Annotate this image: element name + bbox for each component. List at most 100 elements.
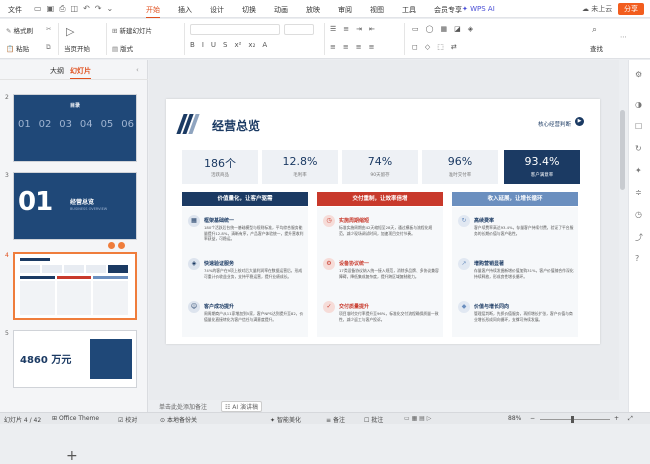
scrollbar-thumb[interactable] <box>620 110 625 190</box>
wps-ai-button[interactable]: ✦ WPS AI <box>462 5 495 13</box>
indent-icon[interactable]: ⇥ <box>356 25 362 33</box>
slide-thumbnail-5[interactable]: 4860 万元 <box>13 330 137 388</box>
tab-insert[interactable]: 插入 <box>178 5 192 18</box>
tab-slides[interactable]: 幻灯片 <box>70 66 91 79</box>
bullets-icon[interactable]: ☰ <box>330 25 336 33</box>
tab-review[interactable]: 审阅 <box>338 5 352 18</box>
settings-icon[interactable]: ⚙ <box>635 70 642 79</box>
undo-icon[interactable]: ↶ <box>83 4 90 14</box>
style-icon[interactable]: ◑ <box>635 100 642 109</box>
paste-button[interactable]: 📋 粘贴 <box>6 43 29 53</box>
format-painter-button[interactable]: ✎ 格式刷 <box>6 25 33 35</box>
share-link-icon[interactable]: ⤴ <box>635 232 643 243</box>
thumb-action-icon[interactable] <box>108 242 115 249</box>
history-icon[interactable]: ↻ <box>635 144 642 153</box>
smart-beautify-button[interactable]: ✦ 智能美化 <box>270 415 301 424</box>
view-buttons[interactable]: ▭ ▦ ▤ ▷ <box>404 415 431 422</box>
current-slide[interactable]: 经营总览 核心经营判断 ▶ 186个 活跃商品 12.8% 毛利率 74% 90天留存… <box>166 99 600 344</box>
numbering-icon[interactable]: ≡ <box>343 25 349 33</box>
fill-icon[interactable]: ◈ <box>468 25 473 33</box>
underline-icon[interactable]: U <box>211 41 216 49</box>
share-button[interactable]: 分享 <box>618 3 644 15</box>
font-size-select[interactable] <box>284 24 314 35</box>
arrow-right-icon[interactable]: ▶ <box>575 117 584 126</box>
collapse-pane-icon[interactable]: ‹ <box>136 66 139 74</box>
cloud-status[interactable]: ☁ 未上云 <box>582 4 612 14</box>
new-slide-button[interactable]: ⊞ 新建幻灯片 <box>112 25 152 35</box>
zoom-in-icon[interactable]: + <box>614 415 619 422</box>
text-box-icon[interactable]: ▭ <box>412 25 419 33</box>
copy-icon[interactable]: ⧉ <box>46 43 51 52</box>
print-icon[interactable]: ⎙ <box>59 4 65 14</box>
tab-slideshow[interactable]: 放映 <box>306 5 320 18</box>
comment-icon[interactable]: ☐ <box>635 122 642 131</box>
slide-title[interactable]: 经营总览 <box>212 117 260 134</box>
font-family-select[interactable] <box>190 24 280 35</box>
tab-design[interactable]: 设计 <box>210 5 224 18</box>
tab-transition[interactable]: 切换 <box>242 5 256 18</box>
more-icon[interactable]: ⌄ <box>107 4 114 14</box>
more-options-icon[interactable]: ⋯ <box>620 33 627 41</box>
redo-icon[interactable]: ↷ <box>95 4 102 14</box>
align-right-icon[interactable]: ≡ <box>356 43 362 51</box>
strikethrough-icon[interactable]: S <box>223 41 227 49</box>
core-judgement-link[interactable]: 核心经营判断 <box>538 120 571 128</box>
time-icon[interactable]: ◷ <box>635 210 642 219</box>
thumb-index: 06 <box>121 119 134 130</box>
tab-view[interactable]: 视图 <box>370 5 384 18</box>
thumb-action-icon[interactable] <box>118 242 125 249</box>
tab-tools[interactable]: 工具 <box>402 5 416 18</box>
preview-icon[interactable]: ◫ <box>71 4 79 14</box>
notes-toggle[interactable]: ≡ 备注 <box>326 415 345 424</box>
align-left-icon[interactable]: ≡ <box>330 43 336 51</box>
filter-icon[interactable]: ≑ <box>635 188 642 197</box>
shape-icon[interactable]: ◯ <box>426 25 434 33</box>
column-body: ▦ 框架基础统一 180个活跃后台统一基础模型与规则标准，平均综合服务能量提升12.… <box>182 207 308 337</box>
save-icon[interactable]: ▣ <box>47 4 55 14</box>
zoom-slider-handle[interactable] <box>571 416 574 423</box>
tab-animation[interactable]: 动画 <box>274 5 288 18</box>
outline-icon[interactable]: ◻ <box>412 43 418 51</box>
add-slide-button[interactable]: + <box>66 448 78 464</box>
theme-name[interactable]: ⊞ Office Theme <box>52 415 99 422</box>
notes-placeholder[interactable]: 单击此处添加备注 <box>159 402 207 411</box>
tab-outline[interactable]: 大纲 <box>50 66 64 76</box>
zoom-out-icon[interactable]: − <box>530 415 535 422</box>
folder-icon[interactable]: ▭ <box>34 4 42 14</box>
fit-window-icon[interactable]: ⤢ <box>628 415 633 423</box>
help-icon[interactable]: ? <box>635 254 639 263</box>
effects-icon[interactable]: ◇ <box>425 43 430 51</box>
proofing-button[interactable]: ☑ 校对 <box>118 415 137 424</box>
italic-icon[interactable]: I <box>202 41 204 49</box>
animation-icon[interactable]: ✦ <box>635 166 642 175</box>
comment-toggle[interactable]: ☐ 批注 <box>364 415 383 424</box>
replace-icon[interactable]: ⇄ <box>451 43 457 51</box>
superscript-icon[interactable]: x² <box>234 41 241 49</box>
search-icon[interactable]: ⌕ <box>592 25 597 35</box>
start-from-current-button[interactable]: 当页开始 <box>64 43 90 53</box>
arrange-icon[interactable]: ▦ <box>440 25 447 33</box>
cut-icon[interactable]: ✂ <box>46 25 51 33</box>
ai-speech-button[interactable]: ☷ AI 演讲稿 <box>221 401 263 412</box>
subscript-icon[interactable]: x₂ <box>248 41 255 49</box>
thumb-subtitle: BUSINESS OVERVIEW <box>70 207 108 211</box>
play-icon[interactable]: ▷ <box>66 25 74 38</box>
font-color-icon[interactable]: A <box>262 41 267 49</box>
tab-home[interactable]: 开始 <box>146 5 160 18</box>
align-center-icon[interactable]: ≡ <box>343 43 349 51</box>
backup-status[interactable]: ⊙ 本地备份关 <box>160 415 197 424</box>
tab-member[interactable]: 会员专享 <box>434 5 462 18</box>
select-icon[interactable]: ⬚ <box>437 43 444 51</box>
slide-thumbnail-4-selected[interactable] <box>13 252 137 320</box>
slide-thumbnail-3[interactable]: 01 经营总览 BUSINESS OVERVIEW <box>13 172 137 240</box>
find-button[interactable]: 查找 <box>590 43 603 53</box>
layout-button[interactable]: ▤ 版式 <box>112 43 133 53</box>
quick-style-icon[interactable]: ◪ <box>454 25 461 33</box>
zoom-slider[interactable] <box>540 419 610 420</box>
bold-icon[interactable]: B <box>190 41 195 49</box>
slide-thumbnail-2[interactable]: 目录 01 02 03 04 05 06 <box>13 94 137 162</box>
file-menu[interactable]: 文件 <box>8 5 22 15</box>
zoom-level[interactable]: 88% <box>508 415 521 422</box>
justify-icon[interactable]: ≡ <box>369 43 375 51</box>
outdent-icon[interactable]: ⇤ <box>369 25 375 33</box>
